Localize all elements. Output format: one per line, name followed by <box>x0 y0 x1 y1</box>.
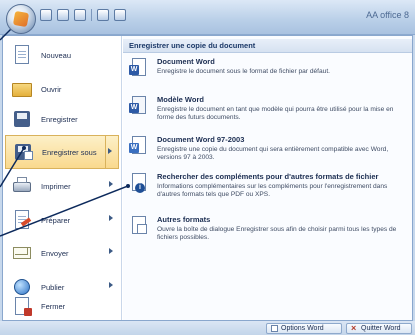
option-description: Enregistre une copie du document qui ser… <box>157 146 389 161</box>
options-icon <box>271 325 278 332</box>
office-button[interactable] <box>6 4 36 34</box>
close-document-icon <box>11 295 33 317</box>
option-document-word[interactable]: W Document Word Enregistre le document s… <box>127 56 409 90</box>
option-title: Rechercher des compléments pour d'autres… <box>157 172 379 181</box>
window-title: AA office 8 <box>366 10 409 20</box>
close-x-icon: × <box>351 323 357 333</box>
save-as-submenu: Enregistrer une copie du document W Docu… <box>123 36 412 320</box>
option-description: Ouvre la boîte de dialogue Enregistrer s… <box>157 226 397 241</box>
word-options-button[interactable]: Options Word <box>266 323 342 334</box>
option-title: Document Word 97-2003 <box>157 135 245 144</box>
chevron-right-icon <box>109 282 113 288</box>
menu-item-label: Enregistrer <box>41 114 78 124</box>
option-description: Enregistre le document en tant que modèl… <box>157 106 394 121</box>
option-modele-word[interactable]: W Modèle Word Enregistre le document en … <box>127 94 409 132</box>
save-disk-icon <box>11 108 33 130</box>
option-description: Enregistre le document sous le format de… <box>157 68 330 75</box>
word-document-icon: W <box>129 58 149 80</box>
menu-item-fermer[interactable]: Fermer <box>5 292 119 320</box>
option-title: Autres formats <box>157 215 211 224</box>
qat-save-icon[interactable] <box>40 9 52 21</box>
quick-access-toolbar <box>40 8 126 22</box>
title-bar: AA office 8 <box>0 0 415 35</box>
menu-item-preparer[interactable]: Préparer <box>5 203 119 237</box>
menu-item-envoyer[interactable]: Envoyer <box>5 236 119 270</box>
office-logo-icon <box>12 10 30 28</box>
option-title: Document Word <box>157 57 215 66</box>
office-menu: Nouveau Ouvrir Enregistrer Enregistrer s… <box>2 35 413 321</box>
chevron-right-icon <box>109 181 113 187</box>
menu-item-label: Enregistrer sous <box>42 147 97 157</box>
option-description: Informations complémentaires sur les com… <box>157 183 388 198</box>
option-autres-formats[interactable]: Autres formats Ouvre la boîte de dialogu… <box>127 214 409 248</box>
chevron-right-icon <box>109 248 113 254</box>
menu-item-enregistrer[interactable]: Enregistrer <box>5 102 119 136</box>
qat-undo-icon[interactable] <box>57 9 69 21</box>
open-folder-icon <box>11 78 33 100</box>
menu-item-enregistrer-sous[interactable]: Enregistrer sous <box>5 135 119 169</box>
word-options-label: Options Word <box>281 325 324 332</box>
menu-item-label: Publier <box>41 282 65 292</box>
send-mail-icon <box>11 242 33 264</box>
chevron-right-icon <box>108 148 112 154</box>
menu-commands: Nouveau Ouvrir Enregistrer Enregistrer s… <box>3 36 122 320</box>
menu-item-label: Préparer <box>41 215 71 225</box>
printer-icon <box>11 175 33 197</box>
quit-word-label: Quitter Word <box>361 325 401 332</box>
quit-word-button[interactable]: × Quitter Word <box>346 323 412 334</box>
menu-item-ouvrir[interactable]: Ouvrir <box>5 72 119 106</box>
menu-item-label: Imprimer <box>41 181 71 191</box>
submenu-heading: Enregistrer une copie du document <box>123 39 412 53</box>
save-as-icon <box>12 141 34 163</box>
qat-print-icon[interactable] <box>97 9 109 21</box>
addins-info-icon: i <box>129 173 149 195</box>
menu-item-imprimer[interactable]: Imprimer <box>5 169 119 203</box>
other-formats-icon <box>129 216 149 238</box>
option-title: Modèle Word <box>157 95 204 104</box>
chevron-right-icon <box>109 215 113 221</box>
new-document-icon <box>11 44 33 66</box>
qat-separator <box>91 9 92 21</box>
menu-item-label: Envoyer <box>41 248 69 258</box>
menu-item-label: Fermer <box>41 301 66 311</box>
menu-item-label: Ouvrir <box>41 84 62 94</box>
menu-item-label: Nouveau <box>41 50 72 60</box>
option-rechercher-complements[interactable]: i Rechercher des compléments pour d'autr… <box>127 171 409 213</box>
menu-item-nouveau[interactable]: Nouveau <box>5 38 119 72</box>
prepare-icon <box>11 209 33 231</box>
qat-redo-icon[interactable] <box>74 9 86 21</box>
menu-footer: Options Word × Quitter Word <box>0 321 415 335</box>
word-97-2003-icon: W <box>129 136 149 158</box>
qat-preview-icon[interactable] <box>114 9 126 21</box>
word-template-icon: W <box>129 96 149 118</box>
option-document-word-97-2003[interactable]: W Document Word 97-2003 Enregistre une c… <box>127 134 409 172</box>
